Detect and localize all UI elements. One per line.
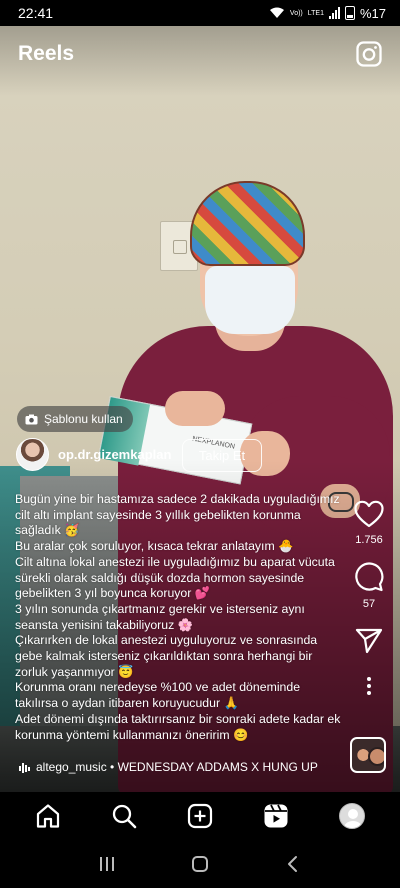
system-navigation [0,840,400,888]
caption-line: 3 yılın sonunda çıkartmanız gerekir ve i… [15,601,305,632]
home-icon [36,804,60,828]
caption-line: Bu aralar çok soruluyor, kısaca tekrar a… [15,539,294,554]
person-hand-left [165,391,225,426]
reel-actions: 1.756 57 [345,500,393,696]
comment-button[interactable]: 57 [354,562,384,610]
lte-label: LTE1 [307,9,324,17]
audio-thumbnail[interactable] [350,737,386,773]
caption-line: Adet dönemi dışında taktırırsanız bir so… [15,711,341,742]
follow-button[interactable]: Takip Et [182,439,262,472]
recent-apps-icon[interactable] [98,855,116,873]
caption-line: Cilt altına lokal anestezi ile uyguladığ… [15,554,335,601]
music-bars-icon [19,762,30,773]
use-template-button[interactable]: Şablonu kullan [17,406,133,432]
like-button[interactable]: 1.756 [354,500,384,546]
status-time: 22:41 [18,5,54,21]
comment-icon [355,562,384,592]
plus-square-icon [187,803,213,829]
wifi-icon [269,7,284,18]
bottom-navigation [0,792,400,840]
caption-line: Bugün yine bir hastamıza sadece 2 dakika… [15,492,340,538]
page-title: Reels [18,42,75,65]
audio-row[interactable]: altego_music • WEDNESDAY ADDAMS X HUNG U… [19,760,318,774]
status-indicators: Vo)) LTE1 %17 [269,6,386,21]
reels-icon [264,804,288,828]
camera-icon[interactable] [355,40,383,68]
battery-level: %17 [359,5,386,21]
person-surgical-cap [190,181,305,266]
camera-small-icon [25,414,38,424]
share-button[interactable] [355,628,383,654]
avatar[interactable] [16,438,49,471]
use-template-label: Şablonu kullan [44,412,123,426]
signal-icon [328,7,340,19]
author-username[interactable]: op.dr.gizemkaplan [58,447,171,462]
caption-line: Korunma oranı neredeyse %100 ve adet dön… [15,680,301,711]
profile-avatar [339,803,365,829]
comment-count: 57 [362,598,376,610]
nav-create[interactable] [180,796,220,836]
audio-label: altego_music • WEDNESDAY ADDAMS X HUNG U… [36,760,318,774]
like-count: 1.756 [355,534,383,546]
reels-screen: 22:41 Vo)) LTE1 %17 Reels Şab [0,0,400,888]
nav-profile[interactable] [332,796,372,836]
nav-home[interactable] [28,796,68,836]
caption-line: Çıkarırken de lokal anestezi uyguluyoruz… [15,633,318,679]
nav-reels[interactable] [256,796,296,836]
back-icon[interactable] [284,855,302,873]
person-face-mask [205,266,295,334]
battery-icon [344,6,355,20]
nav-search[interactable] [104,796,144,836]
send-icon [355,628,383,654]
more-options-button[interactable] [366,676,372,696]
author-row[interactable]: op.dr.gizemkaplan [16,438,171,471]
more-vertical-icon [367,677,371,695]
search-icon [112,804,137,829]
heart-icon [354,500,384,528]
home-button-icon[interactable] [191,855,209,873]
volte-label: Vo)) [289,9,303,17]
status-bar: 22:41 Vo)) LTE1 %17 [0,0,400,26]
reel-caption[interactable]: Bugün yine bir hastamıza sadece 2 dakika… [15,492,345,743]
